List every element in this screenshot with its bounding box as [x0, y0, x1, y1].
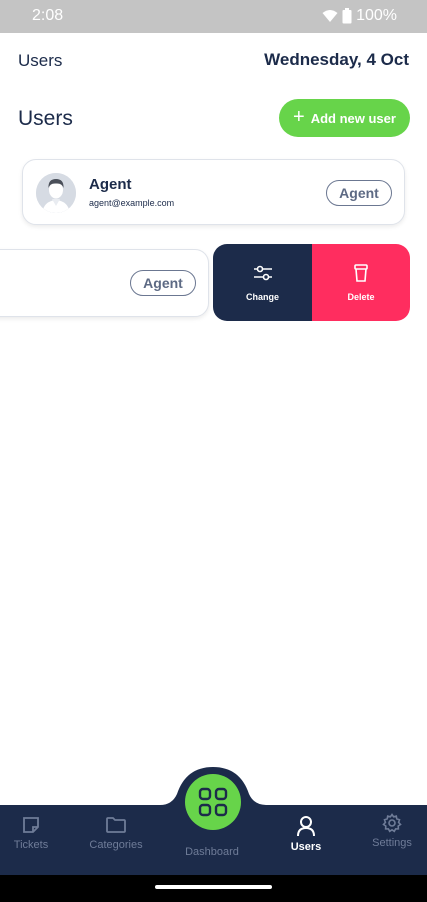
- wifi-icon: [322, 10, 338, 22]
- sliders-icon: [253, 265, 272, 281]
- role-badge: Agent: [130, 270, 196, 296]
- page-title: Users: [18, 107, 73, 130]
- battery-icon: [342, 8, 352, 24]
- plus-icon: +: [293, 106, 305, 128]
- status-bar: 2:08 100%: [0, 0, 427, 33]
- trash-icon: [354, 264, 368, 282]
- delete-user-button[interactable]: Delete: [312, 244, 410, 321]
- role-badge: Agent: [326, 180, 392, 206]
- battery-level: 100%: [356, 7, 397, 24]
- change-user-button[interactable]: Change: [213, 244, 312, 321]
- add-new-user-label: Add new user: [310, 110, 396, 126]
- app-header-title: Users: [18, 51, 63, 70]
- nav-categories[interactable]: Categories: [76, 815, 156, 851]
- grid-icon: [198, 787, 228, 817]
- user-icon: [297, 816, 315, 837]
- status-time: 2:08: [32, 7, 64, 24]
- nav-settings[interactable]: Settings: [352, 813, 427, 849]
- change-label: Change: [245, 292, 279, 302]
- status-indicators: 100%: [322, 7, 397, 25]
- add-new-user-button[interactable]: + Add new user: [279, 99, 410, 137]
- user-card[interactable]: Agent agent@example.com Agent: [22, 159, 405, 225]
- nav-users[interactable]: Users: [266, 815, 346, 853]
- nav-label: Users: [290, 841, 322, 853]
- system-gesture-bar: [0, 875, 427, 902]
- user-email: agent@example.com: [89, 198, 175, 208]
- delete-label: Delete: [347, 292, 375, 302]
- user-card-swiped[interactable]: Agent: [0, 249, 209, 317]
- dashboard-fab-button[interactable]: [185, 774, 241, 830]
- nav-label: Tickets: [13, 839, 49, 851]
- user-name: Agent: [89, 176, 132, 193]
- nav-label: Settings: [372, 837, 412, 849]
- nav-label: Dashboard: [185, 846, 239, 858]
- home-gesture-handle[interactable]: [155, 885, 272, 889]
- nav-tickets[interactable]: Tickets: [0, 815, 71, 851]
- nav-label: Categories: [89, 839, 143, 851]
- current-date: Wednesday, 4 Oct: [264, 50, 409, 69]
- nav-dashboard[interactable]: Dashboard: [172, 846, 252, 858]
- person-avatar-icon: [36, 173, 76, 213]
- gear-icon: [382, 813, 402, 833]
- note-icon: [23, 817, 39, 833]
- folder-icon: [106, 817, 126, 833]
